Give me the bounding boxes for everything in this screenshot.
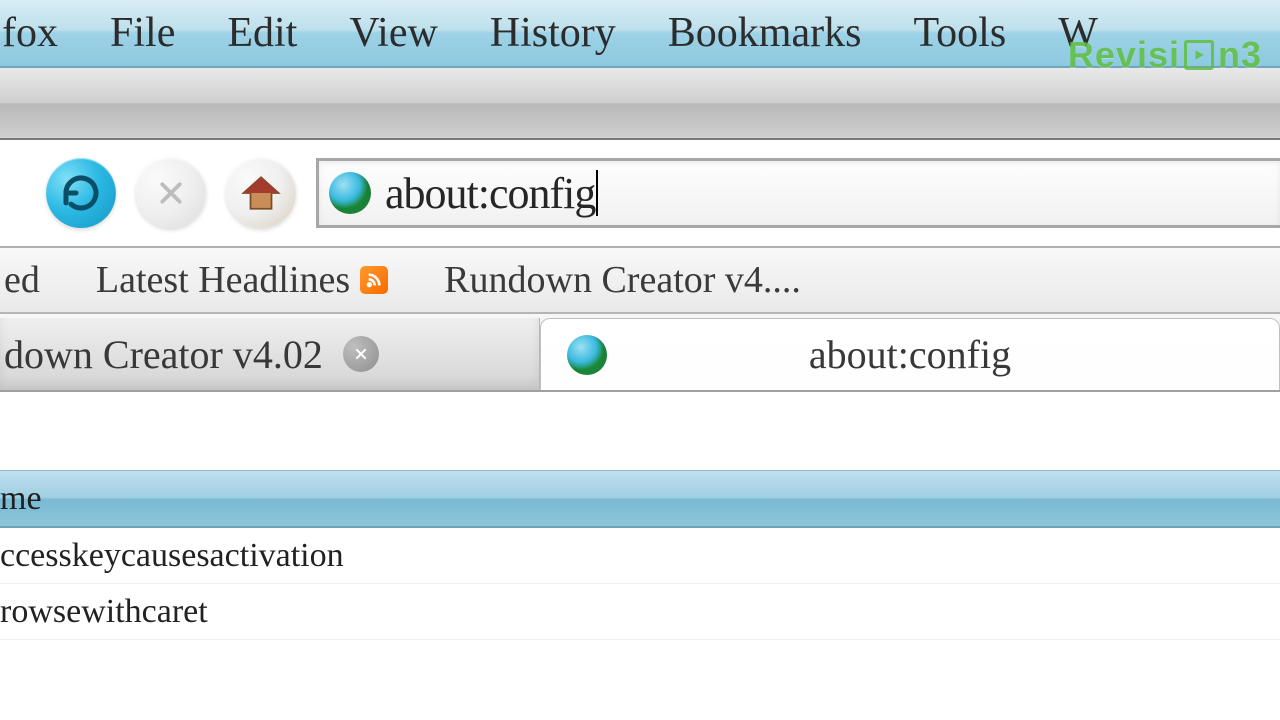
navigation-toolbar: about:config (0, 140, 1280, 248)
tab-strip: down Creator v4.02 about:config (0, 314, 1280, 392)
watermark-play-icon (1184, 40, 1214, 70)
menu-edit[interactable]: Edit (201, 9, 323, 57)
filter-area (0, 392, 1280, 470)
menu-file[interactable]: File (84, 9, 201, 57)
stop-button[interactable] (136, 158, 206, 228)
tab-label: down Creator v4.02 (4, 331, 323, 378)
tab-about-config[interactable]: about:config (540, 318, 1280, 390)
content-area: me ccesskeycausesactivation rowsewithcar… (0, 392, 1280, 720)
pref-row[interactable]: rowsewithcaret (0, 584, 1280, 640)
stop-icon (156, 178, 186, 208)
column-header-label: me (0, 480, 42, 518)
menu-firefox[interactable]: fox (0, 9, 84, 57)
bookmark-item-rundown[interactable]: Rundown Creator v4.... (416, 258, 829, 302)
home-icon (240, 172, 282, 214)
pref-row[interactable]: ccesskeycausesactivation (0, 528, 1280, 584)
menu-bookmarks[interactable]: Bookmarks (642, 9, 888, 57)
toolbar-background (0, 68, 1280, 140)
bookmark-label: Latest Headlines (96, 258, 350, 302)
menu-tools[interactable]: Tools (887, 9, 1032, 57)
tab-label: about:config (809, 331, 1011, 378)
pref-name: ccesskeycausesactivation (0, 537, 344, 575)
bookmarks-toolbar: ed Latest Headlines Rundown Creator v4..… (0, 248, 1280, 314)
url-text: about:config (385, 168, 595, 219)
globe-icon (329, 172, 371, 214)
tab-close-button[interactable] (343, 336, 379, 372)
text-caret (596, 170, 598, 216)
menu-view[interactable]: View (323, 9, 463, 57)
column-header-name[interactable]: me (0, 470, 1280, 528)
bookmark-label: ed (4, 258, 40, 302)
reload-icon (61, 173, 101, 213)
watermark-text: Revisi (1068, 34, 1180, 76)
home-button[interactable] (226, 158, 296, 228)
bookmark-label: Rundown Creator v4.... (444, 258, 801, 302)
watermark-text: n3 (1218, 34, 1262, 76)
menu-history[interactable]: History (464, 9, 642, 57)
reload-button[interactable] (46, 158, 116, 228)
globe-icon (567, 335, 607, 375)
bookmark-item-headlines[interactable]: Latest Headlines (68, 258, 416, 302)
tab-rundown-creator[interactable]: down Creator v4.02 (0, 318, 540, 390)
close-icon (353, 346, 369, 362)
rss-icon (360, 266, 388, 294)
watermark: Revisi n3 (1068, 34, 1262, 76)
url-bar[interactable]: about:config (316, 158, 1280, 228)
pref-name: rowsewithcaret (0, 593, 208, 631)
bookmark-item-truncated[interactable]: ed (0, 258, 68, 302)
